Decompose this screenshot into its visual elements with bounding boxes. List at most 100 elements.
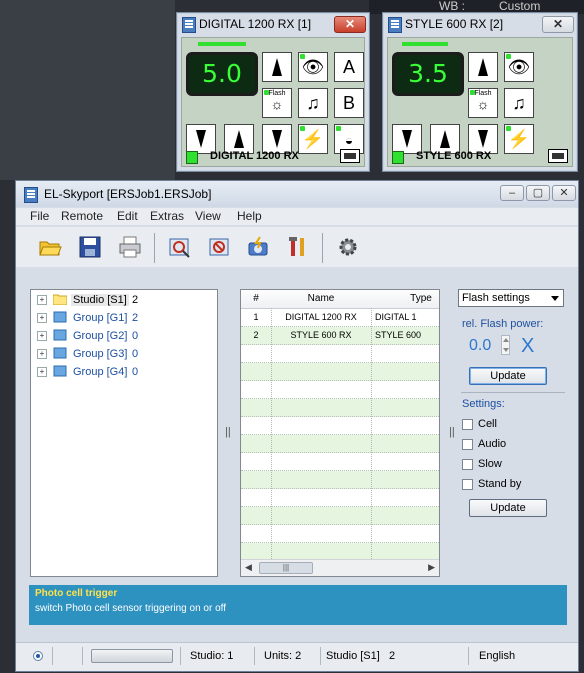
remote-titlebar[interactable]: DIGITAL 1200 RX [1] ✕ — [177, 13, 369, 35]
tree-item-studio[interactable]: + Studio [S1] 2 — [31, 291, 217, 309]
modeling-light-button[interactable]: 👁 — [504, 52, 534, 82]
expand-icon[interactable]: + — [37, 295, 47, 305]
led-indicator — [506, 54, 511, 59]
splitter-handle-right[interactable]: || — [449, 426, 457, 440]
flash-label: Flash — [474, 90, 492, 97]
scroll-left-icon[interactable]: ◀ — [245, 562, 252, 573]
settings-gear-icon[interactable] — [336, 235, 360, 259]
triangle-up-icon — [234, 130, 244, 148]
cell-type: DIGITAL 1 — [375, 312, 417, 322]
status-indicator — [186, 151, 198, 164]
expand-icon[interactable]: + — [37, 349, 47, 359]
minimize-button[interactable]: – — [500, 185, 524, 201]
column-header-name[interactable]: Name — [271, 293, 371, 304]
remote-panel-style-600[interactable]: STYLE 600 RX [2] ✕ 3.5 👁 Flash ☼ ♫ ⚡ STYL… — [382, 12, 578, 172]
settings-label: Settings: — [462, 398, 505, 410]
app-icon — [388, 17, 402, 33]
expand-icon[interactable]: + — [37, 313, 47, 323]
power-up-fine-button[interactable] — [262, 52, 292, 82]
remove-remote-icon[interactable] — [208, 235, 232, 259]
group-a-button[interactable]: A — [334, 52, 364, 82]
slow-checkbox[interactable] — [462, 459, 473, 470]
scroll-thumb[interactable]: ||| — [259, 562, 313, 574]
bulb-icon: ☼ — [476, 96, 490, 112]
status-separator — [320, 647, 321, 665]
cell-checkbox-label: Cell — [478, 418, 497, 430]
expand-icon[interactable]: + — [37, 331, 47, 341]
tree-item-group[interactable]: + Group [G1] 2 — [31, 309, 217, 327]
scroll-right-icon[interactable]: ▶ — [428, 562, 435, 573]
triangle-down-icon — [196, 130, 206, 148]
settings-dropdown[interactable]: Flash settings — [458, 289, 564, 307]
group-icon — [53, 311, 67, 323]
menu-help[interactable]: Help — [237, 209, 262, 223]
cell-type: STYLE 600 — [375, 330, 422, 340]
audio-checkbox[interactable] — [462, 439, 473, 450]
tree-item-group[interactable]: + Group [G3] 0 — [31, 345, 217, 363]
update-settings-button[interactable]: Update — [469, 499, 547, 517]
menu-view[interactable]: View — [195, 209, 221, 223]
column-header-type[interactable]: Type — [371, 293, 439, 304]
tree-item-label: Group [G4] — [73, 366, 128, 378]
led-indicator — [506, 126, 511, 131]
tree-item-count: 0 — [132, 366, 139, 378]
remote-body: 3.5 👁 Flash ☼ ♫ ⚡ STYLE 600 RX — [387, 37, 573, 167]
print-icon[interactable] — [118, 235, 142, 259]
close-button[interactable]: ✕ — [542, 16, 574, 33]
group-b-button[interactable]: B — [334, 88, 364, 118]
remote-titlebar[interactable]: STYLE 600 RX [2] ✕ — [383, 13, 577, 35]
horizontal-scrollbar[interactable]: ◀ ||| ▶ — [241, 559, 439, 576]
menu-file[interactable]: File — [30, 209, 49, 223]
film-icon[interactable] — [340, 149, 360, 163]
status-bar: Studio: 1 Units: 2 Studio [S1] 2 English — [16, 642, 578, 671]
film-icon[interactable] — [548, 149, 568, 163]
dropdown-value: Flash settings — [462, 292, 530, 304]
flash-test-button[interactable]: Flash ☼ — [262, 88, 292, 118]
modeling-light-button[interactable]: 👁 — [298, 52, 328, 82]
menu-edit[interactable]: Edit — [117, 209, 138, 223]
search-remote-icon[interactable] — [168, 235, 192, 259]
column-header-number[interactable]: # — [241, 293, 271, 304]
menu-extras[interactable]: Extras — [150, 209, 184, 223]
close-button[interactable]: ✕ — [334, 16, 366, 33]
tools-icon[interactable] — [286, 235, 310, 259]
triangle-down-icon — [402, 130, 412, 148]
audio-button[interactable]: ♫ — [298, 88, 328, 118]
power-up-fine-button[interactable] — [468, 52, 498, 82]
power-indicator-bar — [198, 42, 246, 46]
studio-tree[interactable]: + Studio [S1] 2 + Group [G1] 2 + Group [… — [30, 289, 218, 577]
status-language: English — [479, 650, 516, 662]
splitter-handle-left[interactable]: || — [225, 426, 233, 440]
snail-icon: ◒ — [344, 132, 354, 148]
power-x-icon[interactable]: X — [521, 335, 534, 358]
camera-remote-icon[interactable] — [246, 235, 270, 259]
cell-checkbox[interactable] — [462, 419, 473, 430]
remote-panel-digital-1200[interactable]: DIGITAL 1200 RX [1] ✕ 5.0 👁 A Flash ☼ ♫ B… — [176, 12, 370, 172]
expand-icon[interactable]: + — [37, 367, 47, 377]
maximize-button[interactable]: ▢ — [526, 185, 550, 201]
menu-remote[interactable]: Remote — [61, 209, 103, 223]
flash-test-button[interactable]: Flash ☼ — [468, 88, 498, 118]
standby-checkbox-label: Stand by — [478, 478, 522, 490]
group-icon — [53, 365, 67, 377]
group-icon — [53, 329, 67, 341]
save-icon[interactable] — [78, 235, 102, 259]
tree-item-group[interactable]: + Group [G4] 0 — [31, 363, 217, 381]
led-indicator — [300, 54, 305, 59]
close-button[interactable]: ✕ — [552, 185, 576, 201]
audio-button[interactable]: ♫ — [504, 88, 534, 118]
standby-checkbox[interactable] — [462, 479, 473, 490]
open-folder-icon[interactable] — [38, 235, 62, 259]
units-table[interactable]: # Name Type 1 DIGITAL 1200 RX DIGITAL 1 … — [240, 289, 440, 577]
power-spinner[interactable] — [501, 335, 510, 355]
eye-icon: 👁 — [301, 57, 325, 77]
status-studio-count: Studio: 1 — [190, 650, 234, 662]
update-power-button[interactable]: Update — [469, 367, 547, 385]
tree-item-group[interactable]: + Group [G2] 0 — [31, 327, 217, 345]
window-titlebar[interactable]: EL-Skyport [ERSJob1.ERSJob] – ▢ ✕ — [16, 181, 578, 207]
tree-item-count: 0 — [132, 330, 139, 342]
flash-label: Flash — [268, 90, 286, 97]
power-value[interactable]: 0.0 — [469, 337, 491, 355]
chevron-down-icon — [551, 296, 559, 301]
power-label: rel. Flash power: — [462, 318, 544, 330]
